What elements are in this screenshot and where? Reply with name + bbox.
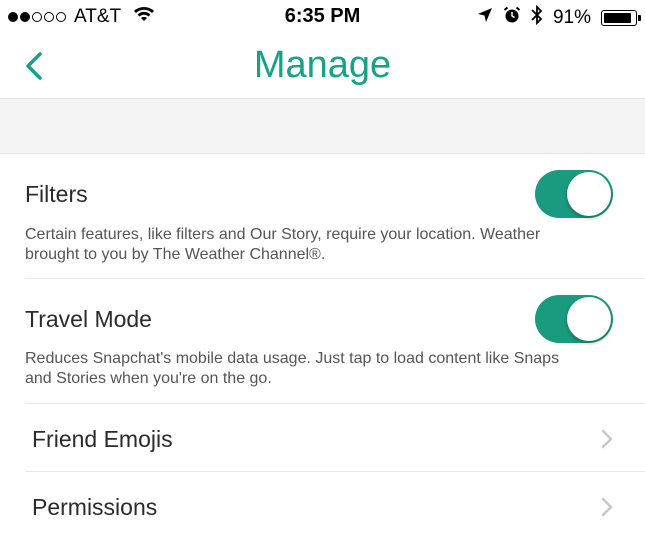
battery-percent: 91%: [552, 7, 591, 28]
filters-description: Certain features, like filters and Our S…: [25, 226, 541, 263]
travel-mode-description: Reduces Snapchat's mobile data usage. Ju…: [25, 350, 560, 387]
chevron-right-icon: [601, 429, 613, 449]
battery-fill: [604, 13, 632, 23]
permissions-row[interactable]: Permissions: [0, 473, 645, 539]
toggle-knob: [567, 297, 611, 341]
travel-mode-row: Travel Mode Reduces Snapchat's mobile da…: [0, 280, 645, 404]
bluetooth-icon: [531, 4, 543, 31]
travel-mode-toggle[interactable]: [535, 295, 613, 343]
status-bar: AT&T 6:35 PM 91%: [0, 0, 645, 34]
friend-emojis-row[interactable]: Friend Emojis: [0, 405, 645, 472]
divider: [25, 278, 645, 279]
battery-icon: [601, 10, 641, 26]
status-right: 91%: [477, 4, 641, 31]
section-header-band: [0, 98, 645, 154]
filters-row: Filters Certain features, like filters a…: [0, 155, 645, 279]
permissions-title: Permissions: [32, 494, 158, 520]
divider: [25, 403, 645, 404]
nav-bar: Manage: [0, 34, 645, 98]
location-arrow-icon: [477, 7, 493, 29]
chevron-right-icon: [601, 497, 613, 517]
travel-mode-title: Travel Mode: [25, 306, 152, 332]
filters-title: Filters: [25, 181, 88, 207]
filters-toggle[interactable]: [535, 170, 613, 218]
divider: [25, 471, 645, 472]
toggle-knob: [567, 172, 611, 216]
alarm-clock-icon: [503, 6, 521, 30]
friend-emojis-title: Friend Emojis: [32, 426, 173, 452]
page-title: Manage: [253, 44, 392, 86]
